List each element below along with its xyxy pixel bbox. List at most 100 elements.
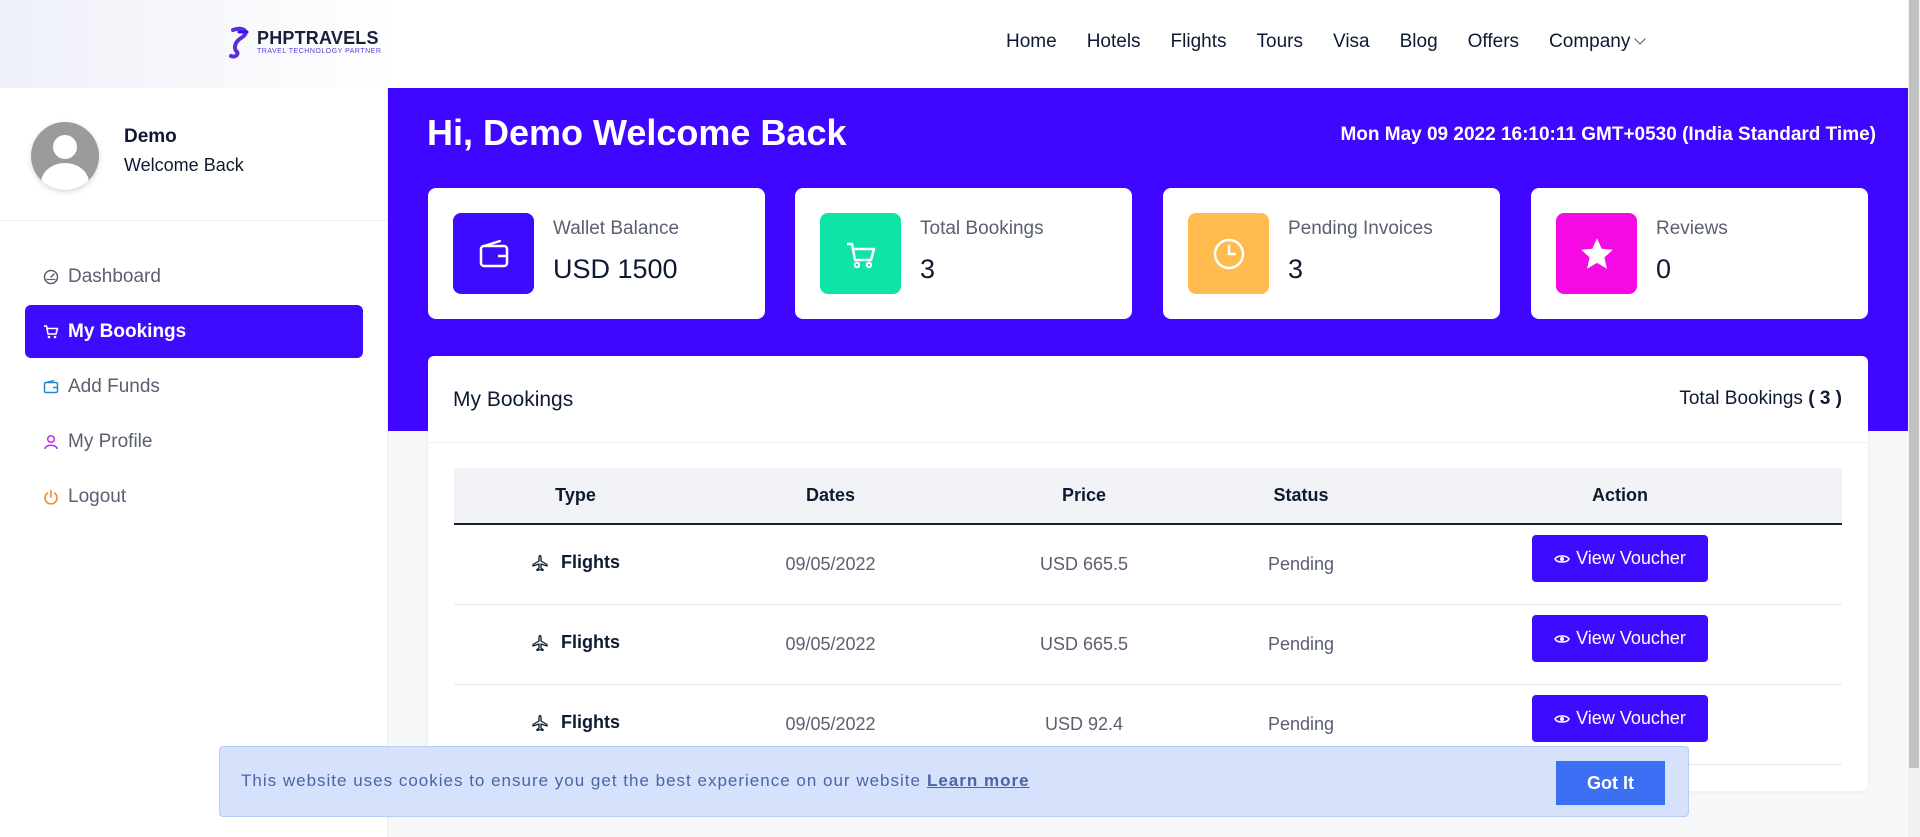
view-voucher-button[interactable]: View Voucher: [1532, 615, 1708, 662]
bookings-table: Type Dates Price Status Action Flights 0…: [454, 468, 1842, 765]
stat-value: 3: [1288, 254, 1304, 284]
booking-date: 09/05/2022: [785, 554, 876, 574]
sidebar-item-my-profile[interactable]: My Profile: [25, 415, 363, 468]
sidebar-item-label: My Bookings: [68, 320, 187, 342]
sidebar-item-dashboard[interactable]: Dashboard: [25, 250, 363, 303]
booking-status: Pending: [1267, 554, 1335, 574]
star-icon: [1556, 213, 1637, 294]
plane-icon: [532, 714, 548, 731]
cart-icon: [42, 323, 60, 341]
top-header: PHPTRAVELS TRAVEL TECHNOLOGY PARTNER Hom…: [0, 0, 1908, 88]
sidebar-item-label: Dashboard: [68, 265, 161, 287]
nav-visa[interactable]: Visa: [1333, 31, 1370, 53]
stat-value: 0: [1656, 254, 1672, 284]
column-header-status: Status: [1273, 485, 1329, 505]
column-header-price: Price: [1061, 485, 1107, 505]
power-icon: [42, 488, 60, 506]
booking-price: USD 92.4: [1044, 714, 1124, 734]
sidebar-item-add-funds[interactable]: Add Funds: [25, 360, 363, 413]
booking-status: Pending: [1267, 634, 1335, 654]
column-header-action: Action: [1592, 485, 1648, 505]
cookie-banner: This website uses cookies to ensure you …: [219, 746, 1689, 817]
user-icon: [42, 433, 60, 451]
view-voucher-button[interactable]: View Voucher: [1532, 535, 1708, 582]
stat-value: 3: [920, 254, 936, 284]
sidebar-item-label: My Profile: [68, 430, 153, 452]
profile-name: Demo: [124, 126, 177, 147]
table-row: Flights 09/05/2022 USD 665.5 Pending Vie…: [454, 605, 1842, 685]
booking-price: USD 665.5: [1039, 634, 1129, 654]
scrollbar-thumb[interactable]: [1909, 0, 1919, 768]
bookings-panel-header: My Bookings Total Bookings ( 3 ): [428, 356, 1868, 443]
bookings-title: My Bookings: [453, 388, 574, 411]
page-title: Hi, Demo Welcome Back: [427, 112, 847, 153]
eye-icon: [1554, 634, 1570, 643]
bookings-total-label: Total Bookings: [1679, 388, 1803, 409]
logo-subtitle: TRAVEL TECHNOLOGY PARTNER: [257, 48, 382, 55]
stat-card-wallet-balance: Wallet Balance USD 1500: [428, 188, 765, 319]
bookings-total: Total Bookings ( 3 ): [1679, 388, 1842, 410]
view-voucher-label: View Voucher: [1576, 548, 1686, 568]
page-scrollbar[interactable]: [1908, 0, 1920, 837]
site-logo[interactable]: PHPTRAVELS TRAVEL TECHNOLOGY PARTNER: [227, 26, 381, 60]
bookings-total-value: ( 3 ): [1808, 388, 1842, 409]
bookings-panel: My Bookings Total Bookings ( 3 ) Type Da…: [428, 356, 1868, 791]
plane-icon: [532, 634, 548, 651]
stat-card-reviews: Reviews 0: [1531, 188, 1868, 319]
sidebar-item-label: Add Funds: [68, 375, 160, 397]
column-header-dates: Dates: [805, 485, 856, 505]
stat-label: Total Bookings: [920, 218, 1044, 239]
nav-flights[interactable]: Flights: [1171, 31, 1227, 53]
stat-card-total-bookings: Total Bookings 3: [795, 188, 1132, 319]
view-voucher-label: View Voucher: [1576, 708, 1686, 728]
view-voucher-button[interactable]: View Voucher: [1532, 695, 1708, 742]
plane-icon: [532, 554, 548, 571]
booking-type: Flights: [561, 632, 620, 653]
sidebar-menu: Dashboard My Bookings Add Funds My Profi…: [25, 250, 363, 525]
stat-card-pending-invoices: Pending Invoices 3: [1163, 188, 1500, 319]
cookie-message: This website uses cookies to ensure you …: [241, 771, 1030, 791]
nav-hotels[interactable]: Hotels: [1087, 31, 1141, 53]
cookie-accept-button[interactable]: Got It: [1556, 761, 1665, 805]
column-header-type: Type: [555, 485, 596, 505]
clock-icon: [1188, 213, 1269, 294]
logo-area: PHPTRAVELS TRAVEL TECHNOLOGY PARTNER: [0, 0, 400, 88]
booking-type: Flights: [561, 712, 620, 733]
booking-date: 09/05/2022: [785, 634, 876, 654]
nav-tours[interactable]: Tours: [1257, 31, 1303, 53]
logo-title: PHPTRAVELS: [257, 28, 379, 48]
cookie-text: This website uses cookies to ensure you …: [241, 771, 921, 790]
eye-icon: [1554, 554, 1570, 563]
stat-label: Pending Invoices: [1288, 218, 1433, 239]
booking-price: USD 665.5: [1039, 554, 1129, 574]
nav-offers[interactable]: Offers: [1468, 31, 1519, 53]
sidebar: Demo Welcome Back Dashboard My Bookings …: [0, 88, 388, 837]
nav-company-label: Company: [1549, 31, 1631, 52]
view-voucher-label: View Voucher: [1576, 628, 1686, 648]
main-nav: Home Hotels Flights Tours Visa Blog Offe…: [1006, 31, 1647, 53]
table-header: Type Dates Price Status Action: [454, 468, 1842, 525]
table-row: Flights 09/05/2022 USD 665.5 Pending Vie…: [454, 525, 1842, 605]
dashboard-icon: [42, 268, 60, 286]
learn-more-link[interactable]: Learn more: [927, 771, 1030, 790]
stat-label: Reviews: [1656, 218, 1728, 239]
sidebar-item-label: Logout: [68, 485, 127, 507]
wallet-icon: [42, 378, 60, 396]
avatar: [31, 122, 99, 190]
profile-card: Demo Welcome Back: [0, 88, 388, 221]
current-datetime: Mon May 09 2022 16:10:11 GMT+0530 (India…: [1340, 124, 1876, 145]
nav-blog[interactable]: Blog: [1400, 31, 1438, 53]
stat-label: Wallet Balance: [553, 218, 680, 239]
stat-value: USD 1500: [553, 254, 678, 284]
logo-mark-icon: [229, 26, 249, 59]
sidebar-item-logout[interactable]: Logout: [25, 470, 363, 523]
sidebar-item-my-bookings[interactable]: My Bookings: [25, 305, 363, 358]
eye-icon: [1554, 714, 1570, 723]
booking-status: Pending: [1267, 714, 1335, 734]
nav-company[interactable]: Company: [1549, 31, 1647, 53]
booking-date: 09/05/2022: [785, 714, 876, 734]
profile-greeting: Welcome Back: [124, 155, 244, 175]
wallet-icon: [453, 213, 534, 294]
cart-icon: [820, 213, 901, 294]
nav-home[interactable]: Home: [1006, 31, 1057, 53]
